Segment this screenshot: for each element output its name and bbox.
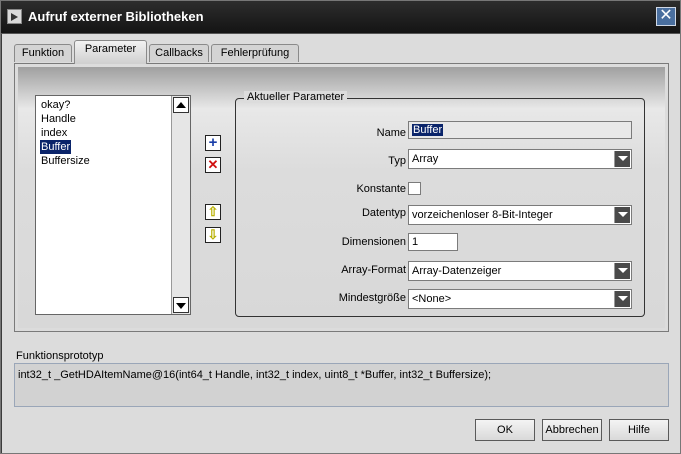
chevron-down-icon[interactable] <box>614 207 630 223</box>
list-scrollbar[interactable] <box>171 96 190 314</box>
constant-label: Konstante <box>356 183 406 195</box>
type-label: Typ <box>388 155 406 167</box>
help-button[interactable]: Hilfe <box>609 419 669 441</box>
name-label: Name <box>376 127 406 139</box>
tab-callbacks[interactable]: Callbacks <box>149 44 209 62</box>
close-button[interactable]: ✕ <box>656 7 676 26</box>
dialog-body: Funktion Parameter Callbacks Fehlerprüfu… <box>2 34 680 453</box>
min-size-dropdown[interactable]: <None> <box>408 289 632 309</box>
arrow-up-icon: ⇧ <box>207 204 219 219</box>
move-down-button[interactable]: ⇩ <box>205 227 221 243</box>
min-size-label: Mindestgröße <box>338 292 406 304</box>
parameter-list[interactable]: okay? Handle index Buffer Buffersize <box>35 95 191 315</box>
chevron-down-icon[interactable] <box>614 291 630 307</box>
chevron-up-icon <box>176 102 186 108</box>
list-item-selected[interactable]: Buffer <box>40 140 72 154</box>
min-size-value: <None> <box>412 293 452 305</box>
move-up-button[interactable]: ⇧ <box>205 204 221 220</box>
group-legend: Aktueller Parameter <box>244 91 348 103</box>
dimensions-field[interactable]: 1 <box>408 233 458 251</box>
dialog-window: Aufruf externer Bibliotheken ✕ Funktion … <box>0 0 681 454</box>
list-item[interactable]: index <box>40 126 91 140</box>
chevron-down-icon[interactable] <box>614 263 630 279</box>
plus-icon: + <box>208 134 218 151</box>
array-format-value: Array-Datenzeiger <box>412 265 502 277</box>
arrow-down-icon: ⇩ <box>207 227 219 242</box>
parameter-list-items: okay? Handle index Buffer Buffersize <box>40 98 91 168</box>
scroll-down-button[interactable] <box>173 297 189 313</box>
name-value: Buffer <box>412 124 444 136</box>
app-icon <box>7 9 22 24</box>
datatype-value: vorzeichenloser 8-Bit-Integer <box>412 209 553 221</box>
current-parameter-group: Aktueller Parameter Name Buffer Typ Arra… <box>235 91 645 317</box>
parameter-tab-panel: okay? Handle index Buffer Buffersize + ✕… <box>14 63 669 332</box>
chevron-down-icon[interactable] <box>614 151 630 167</box>
prototype-label: Funktionsprototyp <box>16 350 104 362</box>
x-icon: ✕ <box>207 157 219 172</box>
ok-button[interactable]: OK <box>475 419 535 441</box>
remove-parameter-button[interactable]: ✕ <box>205 157 221 173</box>
window-title: Aufruf externer Bibliotheken <box>28 9 204 24</box>
add-parameter-button[interactable]: + <box>205 135 221 151</box>
scroll-up-button[interactable] <box>173 97 189 113</box>
title-bar: Aufruf externer Bibliotheken ✕ <box>1 1 680 34</box>
prototype-display: int32_t _GetHDAItemName@16(int64_t Handl… <box>14 363 669 407</box>
datatype-dropdown[interactable]: vorzeichenloser 8-Bit-Integer <box>408 205 632 225</box>
name-field[interactable]: Buffer <box>408 121 632 139</box>
chevron-down-icon <box>176 303 186 309</box>
constant-checkbox[interactable] <box>408 182 421 195</box>
dimensions-label: Dimensionen <box>341 236 406 248</box>
list-item[interactable]: Handle <box>40 112 91 126</box>
array-format-label: Array-Format <box>341 264 406 276</box>
tab-parameter[interactable]: Parameter <box>74 40 147 64</box>
datatype-label: Datentyp <box>361 207 406 219</box>
tab-funktion[interactable]: Funktion <box>14 44 72 62</box>
list-item[interactable]: Buffersize <box>40 154 91 168</box>
array-format-dropdown[interactable]: Array-Datenzeiger <box>408 261 632 281</box>
type-dropdown[interactable]: Array <box>408 149 632 169</box>
cancel-button[interactable]: Abbrechen <box>542 419 602 441</box>
list-item[interactable]: okay? <box>40 98 91 112</box>
type-value: Array <box>412 153 439 165</box>
tab-fehlerpruefung[interactable]: Fehlerprüfung <box>211 44 299 62</box>
